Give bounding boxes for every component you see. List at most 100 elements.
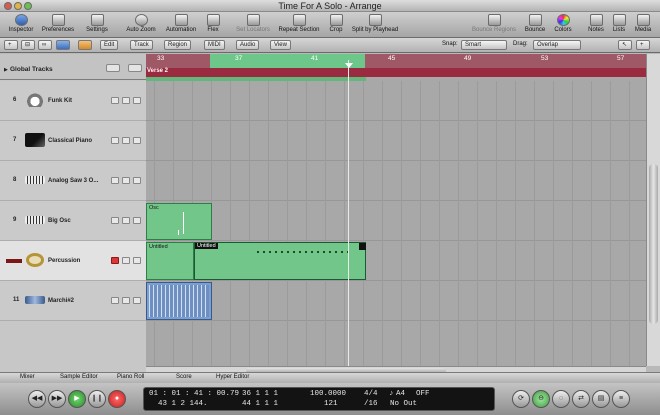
- cycle-button[interactable]: ⟳: [512, 390, 530, 408]
- play-button[interactable]: ▶: [68, 390, 86, 408]
- global-tracks-add-button[interactable]: [128, 64, 142, 72]
- tab-score[interactable]: Score: [176, 374, 192, 380]
- mute-button[interactable]: [111, 297, 119, 304]
- rewind-button[interactable]: ◀◀: [28, 390, 46, 408]
- solo-button[interactable]: [122, 257, 130, 264]
- menu-midi[interactable]: MIDI: [204, 40, 225, 50]
- pause-button[interactable]: ❙❙: [88, 390, 106, 408]
- menu-audio[interactable]: Audio: [236, 40, 260, 50]
- toolbar-bounce-regions[interactable]: Bounce Regions: [470, 13, 518, 37]
- record-enable-button[interactable]: [133, 297, 141, 304]
- pencil-tool-button[interactable]: +: [636, 40, 650, 50]
- toolbar-repeat-section[interactable]: Repeat Section: [276, 13, 322, 37]
- midi-region-percussion-selected[interactable]: Untitled: [194, 242, 366, 280]
- menu-view[interactable]: View: [270, 40, 291, 50]
- record-enable-button[interactable]: [133, 137, 141, 144]
- record-enable-button[interactable]: [111, 257, 119, 264]
- toolbar-bounce[interactable]: Bounce: [522, 13, 548, 37]
- toolbar-colors[interactable]: Colors: [552, 13, 574, 37]
- cycle-toggle-button[interactable]: [78, 40, 92, 50]
- toolbar-auto-zoom[interactable]: Auto Zoom: [124, 13, 158, 37]
- global-tracks-label: Global Tracks: [10, 66, 53, 73]
- sync-button[interactable]: ⇄: [572, 390, 590, 408]
- toolbar-automation[interactable]: Automation: [162, 13, 200, 37]
- track-row[interactable]: 6 Funk Kit: [0, 81, 146, 121]
- replace-button[interactable]: ⊖: [532, 390, 550, 408]
- toolbar-media[interactable]: Media: [632, 13, 654, 37]
- toolbar-notes[interactable]: Notes: [586, 13, 606, 37]
- toolbar-crop[interactable]: Crop: [328, 13, 344, 37]
- tab-hyper-editor[interactable]: Hyper Editor: [216, 374, 249, 380]
- arrange-area[interactable]: 33 37 41 45 49 53 57 Verse 2 Osc Untitle…: [146, 54, 646, 366]
- toolbar-inspector[interactable]: Inspector: [6, 13, 36, 37]
- track-name[interactable]: Marchi#2: [48, 298, 74, 304]
- track-grid[interactable]: Osc Untitled Untitled: [146, 81, 646, 366]
- plus-button[interactable]: +: [4, 40, 18, 50]
- snap-select[interactable]: Smart: [461, 40, 507, 50]
- toolbar-settings[interactable]: Settings: [82, 13, 112, 37]
- drag-select[interactable]: Overlap: [533, 40, 581, 50]
- track-row-selected[interactable]: Percussion: [0, 241, 146, 281]
- track-row[interactable]: 8 Analog Saw 3 O...: [0, 161, 146, 201]
- track-name[interactable]: Big Osc: [48, 218, 71, 224]
- track-row[interactable]: 9 Big Osc: [0, 201, 146, 241]
- menu-region[interactable]: Region: [164, 40, 192, 50]
- menu-edit[interactable]: Edit: [100, 40, 119, 50]
- mute-button[interactable]: [111, 217, 119, 224]
- global-tracks-header[interactable]: ▶ Global Tracks: [0, 54, 146, 80]
- track-name[interactable]: Funk Kit: [48, 98, 72, 104]
- midi-region-big-osc[interactable]: Osc: [146, 203, 212, 240]
- toolbar-set-locators[interactable]: Set Locators: [234, 13, 272, 37]
- mute-button[interactable]: [111, 177, 119, 184]
- catch-button[interactable]: [56, 40, 70, 50]
- tab-mixer[interactable]: Mixer: [20, 374, 35, 380]
- tab-sample-editor[interactable]: Sample Editor: [60, 374, 98, 380]
- bar-ruler[interactable]: 33 37 41 45 49 53 57: [146, 54, 646, 68]
- global-tracks-config-button[interactable]: [106, 64, 120, 72]
- track-name[interactable]: Analog Saw 3 O...: [48, 178, 98, 184]
- track-row[interactable]: 7 Classical Piano: [0, 121, 146, 161]
- toolbar-flex[interactable]: Flex: [204, 13, 222, 37]
- midi-region-percussion[interactable]: Untitled: [146, 242, 194, 280]
- pointer-tool-button[interactable]: ↖: [618, 40, 632, 50]
- solo-mode-button[interactable]: ◌: [552, 390, 570, 408]
- link-button[interactable]: ∞: [38, 40, 52, 50]
- record-enable-button[interactable]: [133, 97, 141, 104]
- toolbar-lists[interactable]: Lists: [610, 13, 628, 37]
- cycle-range[interactable]: [210, 54, 365, 68]
- record-enable-button[interactable]: [133, 177, 141, 184]
- forward-button[interactable]: ▶▶: [48, 390, 66, 408]
- transport-lcd[interactable]: 01 : 01 : 41 : 00.79 43 1 2 144. 36 1 1 …: [143, 387, 495, 411]
- marker-label[interactable]: Verse 2: [147, 68, 168, 74]
- list-button[interactable]: ≡: [612, 390, 630, 408]
- solo-button[interactable]: [122, 137, 130, 144]
- metronome-button[interactable]: ▤: [592, 390, 610, 408]
- marker-track[interactable]: Verse 2: [146, 68, 646, 77]
- playhead-handle-icon[interactable]: [345, 63, 353, 68]
- solo-button[interactable]: [122, 177, 130, 184]
- playhead[interactable]: [348, 60, 349, 366]
- track-row[interactable]: 11 Marchi#2: [0, 281, 146, 321]
- record-enable-button[interactable]: [133, 217, 141, 224]
- track-name[interactable]: Classical Piano: [48, 138, 92, 144]
- toolbar-split-by-playhead[interactable]: Split by Playhead: [348, 13, 402, 37]
- disclosure-triangle-icon[interactable]: ▶: [4, 67, 8, 73]
- mute-button[interactable]: [133, 257, 141, 264]
- solo-button[interactable]: [122, 217, 130, 224]
- toolbar-preferences[interactable]: Preferences: [40, 13, 76, 37]
- track-list: ▶ Global Tracks 6 Funk Kit 7 Classical P…: [0, 54, 146, 381]
- audio-region-marchi[interactable]: [146, 282, 212, 320]
- tab-piano-roll[interactable]: Piano Roll: [117, 374, 144, 380]
- solo-button[interactable]: [122, 97, 130, 104]
- menu-track[interactable]: Track: [130, 40, 153, 50]
- solo-button[interactable]: [122, 297, 130, 304]
- mute-button[interactable]: [111, 137, 119, 144]
- vertical-scrollbar[interactable]: [646, 54, 660, 366]
- track-name[interactable]: Percussion: [48, 258, 80, 264]
- mute-button[interactable]: [111, 97, 119, 104]
- ruler-bar-label: 33: [157, 55, 165, 62]
- scissors-icon: [368, 14, 382, 26]
- vertical-scroll-thumb[interactable]: [649, 164, 658, 324]
- folder-button[interactable]: ⊟: [21, 40, 35, 50]
- record-button[interactable]: ●: [108, 390, 126, 408]
